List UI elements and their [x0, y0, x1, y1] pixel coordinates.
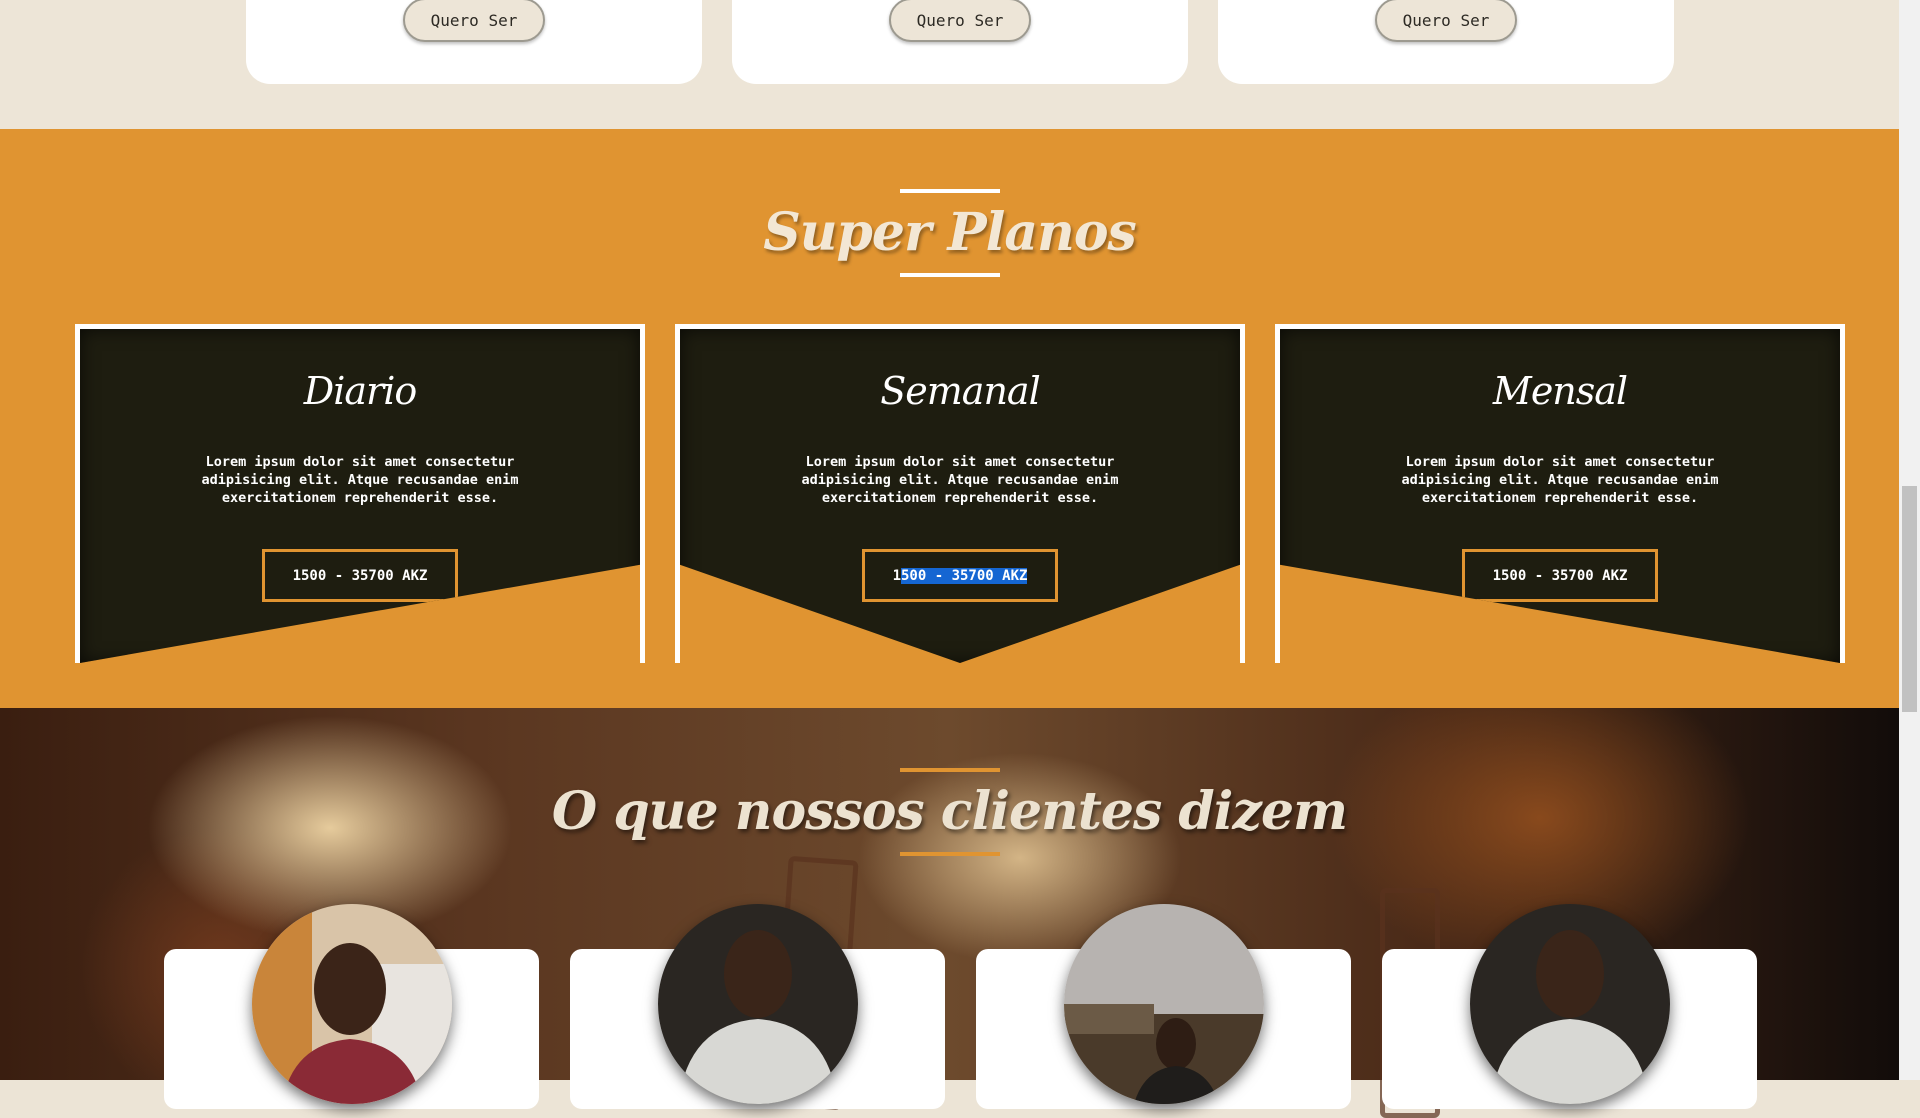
- plan-card-mensal: Mensal Lorem ipsum dolor sit amet consec…: [1275, 324, 1845, 663]
- testimonials-section: O que nossos clientes dizem: [0, 708, 1899, 1118]
- plan-card-semanal: Semanal Lorem ipsum dolor sit amet conse…: [675, 324, 1245, 663]
- plan-price-button[interactable]: 1500 - 35700 AKZ: [1462, 549, 1658, 602]
- testimonial-card-1: [164, 904, 539, 1109]
- plans-title: Super Planos: [763, 202, 1137, 263]
- testimonials-heading: O que nossos clientes dizem: [550, 768, 1350, 856]
- avatar-photo-icon: [1063, 904, 1264, 1104]
- plan-panel: Diario Lorem ipsum dolor sit amet consec…: [80, 329, 640, 663]
- plan-title: Diario: [303, 369, 417, 413]
- pricing-card-3: Quero Ser: [1218, 0, 1674, 84]
- plan-price-button[interactable]: 1500 - 35700 AKZ: [862, 549, 1058, 602]
- testimonial-card-2: [570, 904, 945, 1109]
- avatar: [251, 904, 452, 1104]
- page-scrollbar[interactable]: [1899, 0, 1920, 1080]
- plan-description: Lorem ipsum dolor sit amet consectetur a…: [1401, 454, 1719, 506]
- avatar-photo-icon: [1469, 904, 1670, 1104]
- plan-card-diario: Diario Lorem ipsum dolor sit amet consec…: [75, 324, 645, 663]
- plan-title: Semanal: [880, 369, 1041, 413]
- pricing-card-2: Quero Ser: [732, 0, 1188, 84]
- plan-title: Mensal: [1492, 369, 1628, 413]
- plans-heading: Super Planos: [650, 189, 1250, 277]
- price-text-selected: 500 - 35700 AKZ: [901, 567, 1028, 584]
- avatar: [657, 904, 858, 1104]
- heading-divider-bottom: [899, 852, 1000, 856]
- testimonials-title: O que nossos clientes dizem: [551, 781, 1348, 842]
- price-text-unselected: 1: [892, 567, 901, 584]
- super-plans-section: Super Planos Diario Lorem ipsum dolor si…: [0, 129, 1899, 708]
- pricing-card-1: Quero Ser: [246, 0, 702, 84]
- plan-price-button[interactable]: 1500 - 35700 AKZ: [262, 549, 458, 602]
- avatar-photo-icon: [657, 904, 858, 1104]
- plan-description: Lorem ipsum dolor sit amet consectetur a…: [801, 454, 1119, 506]
- plan-panel: Mensal Lorem ipsum dolor sit amet consec…: [1280, 329, 1840, 663]
- avatar-photo-icon: [251, 904, 452, 1104]
- quero-ser-button-2[interactable]: Quero Ser: [889, 0, 1031, 42]
- avatar: [1469, 904, 1670, 1104]
- plan-description: Lorem ipsum dolor sit amet consectetur a…: [201, 454, 519, 506]
- pricing-section-top: Quero Ser Quero Ser Quero Ser: [0, 0, 1899, 129]
- heading-divider-bottom: [899, 273, 1000, 277]
- scrollbar-thumb[interactable]: [1902, 486, 1917, 712]
- quero-ser-button-1[interactable]: Quero Ser: [403, 0, 545, 42]
- testimonial-card-3: [976, 904, 1351, 1109]
- plan-panel: Semanal Lorem ipsum dolor sit amet conse…: [680, 329, 1240, 663]
- testimonial-card-4: [1382, 904, 1757, 1109]
- avatar: [1063, 904, 1264, 1104]
- quero-ser-button-3[interactable]: Quero Ser: [1375, 0, 1517, 42]
